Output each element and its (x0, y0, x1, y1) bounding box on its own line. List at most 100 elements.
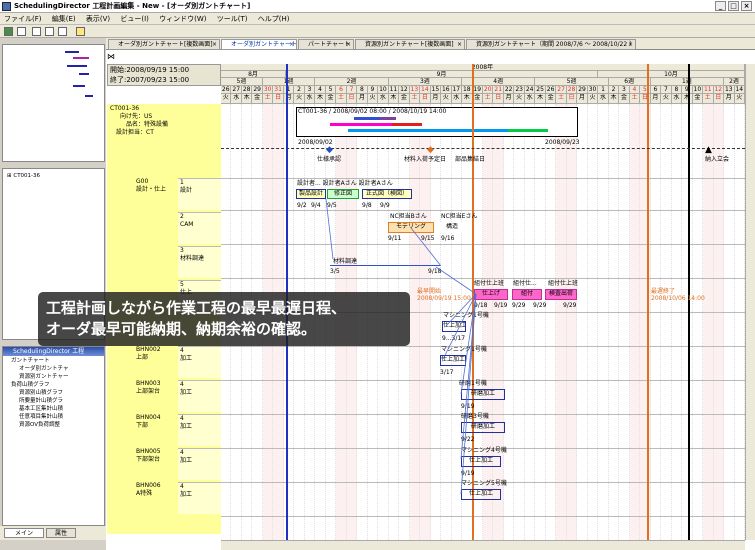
order-owner: 設計担当：CT (116, 129, 154, 136)
menu-view2[interactable]: ビュー(I) (116, 13, 153, 25)
overview-thumbnail[interactable] (2, 44, 105, 162)
end-date: 終了:2007/09/23 15:00 (110, 76, 190, 84)
day-cell: 13 (409, 86, 421, 94)
weekday-cell: 土 (262, 94, 274, 104)
tab-resource-gantt-period[interactable]: 資源別ガントチャート（期間 2008/7/6 ～ 2008/10/22 ） × (466, 39, 636, 50)
day-cell: 13 (724, 86, 735, 94)
tree-load-graph[interactable]: 負荷山積グラフ (11, 382, 50, 389)
week-cell: 2週 (724, 78, 745, 86)
weekday-cell: 金 (545, 94, 557, 104)
day-cell: 11 (703, 86, 714, 94)
tree-ov-adjust[interactable]: 資源OV負荷調整 (19, 422, 60, 429)
weekday-cell: 木 (608, 94, 620, 104)
menu-file[interactable]: ファイル(F) (0, 13, 46, 25)
row-code: BHN003 (136, 380, 161, 387)
menu-view[interactable]: 表示(V) (82, 13, 114, 25)
row-code: BHN002 (136, 346, 161, 353)
close-button[interactable]: × (741, 1, 752, 11)
weekday-cell: 火 (661, 94, 672, 104)
tab-resource-gantt-multi[interactable]: 資源別ガントチャート[複数画面] × (355, 39, 465, 50)
menu-tools[interactable]: ツール(T) (213, 13, 252, 25)
day-cell: 8 (671, 86, 683, 94)
tree-resource-load[interactable]: 資源別山積グラフ (19, 390, 63, 397)
row-name: 上部架台 (136, 388, 161, 395)
weekday-cell: 土 (703, 94, 714, 104)
print-icon[interactable] (58, 27, 67, 36)
month-oct: 10月 (598, 71, 745, 78)
day-cell: 1 (598, 86, 609, 94)
weekday-cell: 金 (692, 94, 704, 104)
weekday-cell: 火 (221, 94, 232, 104)
row-name: 下部 (136, 422, 149, 429)
weekday-cell: 月 (503, 94, 515, 104)
weekday-cell: 木 (388, 94, 400, 104)
tree-requirement-load[interactable]: 所要量計山積グラ (19, 398, 63, 405)
calendar-header: 2008年 8月 9月 10月 5週 1週 2週 3週 4週 5週 6週 1週 2週 26 火 27 水… (221, 64, 745, 104)
weekday-cell: 木 (535, 94, 546, 104)
help-icon[interactable] (76, 27, 85, 36)
menu-help[interactable]: ヘルプ(H) (254, 13, 294, 25)
maximize-button[interactable]: □ (728, 1, 739, 11)
tree-header: SchedulingDirector 工程 (3, 347, 104, 356)
minimize-button[interactable]: _ (715, 1, 726, 11)
weekday-cell: 木 (315, 94, 326, 104)
run-icon[interactable] (4, 27, 13, 36)
row-process: 4 加工 (178, 414, 221, 446)
day-cell: 12 (399, 86, 410, 94)
horizontal-scrollbar[interactable] (221, 540, 745, 550)
tab-main[interactable]: メイン (4, 528, 44, 538)
day-cell: 28 (241, 86, 253, 94)
day-cell: 5 (640, 86, 651, 94)
close-icon[interactable]: × (457, 40, 462, 49)
tab-order-gantt[interactable]: オーダ別ガントチャート × (221, 39, 297, 50)
tab-pert-chart[interactable]: パートチャート × (298, 39, 354, 50)
weekday-cell: 日 (346, 94, 358, 104)
collapse-icon[interactable]: ⋈ (107, 52, 119, 62)
weekday-cell: 月 (430, 94, 442, 104)
close-icon[interactable]: × (212, 40, 217, 49)
day-cell: 16 (441, 86, 452, 94)
new-icon[interactable] (17, 27, 26, 36)
weekday-cell: 火 (367, 94, 379, 104)
weekday-cell: 水 (598, 94, 609, 104)
tab-attributes[interactable]: 属性 (46, 528, 76, 538)
weekday-cell: 金 (472, 94, 483, 104)
vertical-scrollbar[interactable] (745, 64, 755, 540)
weekday-cell: 金 (252, 94, 263, 104)
start-date: 開始:2008/09/19 15:00 (110, 66, 190, 74)
tree-custom-load[interactable]: 任意項目集計山積 (19, 414, 63, 421)
tree-resource-gantt[interactable]: 資源別ガントチャー (19, 374, 68, 381)
day-cell: 21 (493, 86, 504, 94)
row-process: 4 加工 (178, 448, 221, 480)
day-cell: 7 (346, 86, 358, 94)
weekday-cell: 月 (357, 94, 368, 104)
day-cell: 4 (315, 86, 326, 94)
weekday-cell: 火 (294, 94, 305, 104)
row-process: 4 加工 (178, 482, 221, 514)
tree-item-order[interactable]: ⊞ CT001-36 (7, 173, 40, 180)
day-cell: 2 (608, 86, 620, 94)
weekday-cell: 火 (514, 94, 525, 104)
day-cell: 29 (252, 86, 263, 94)
close-icon[interactable]: × (289, 40, 294, 49)
day-cell: 6 (336, 86, 347, 94)
menu-window[interactable]: ウィンドウ(W) (155, 13, 210, 25)
menu-edit[interactable]: 編集(E) (48, 13, 80, 25)
close-icon[interactable]: × (346, 40, 351, 49)
tree-order-gantt[interactable]: オーダ別ガントチャ (19, 366, 68, 373)
day-cell: 12 (713, 86, 725, 94)
date-range-box: 開始:2008/09/19 15:00 終了:2007/09/23 15:00 (107, 64, 221, 86)
paste-icon[interactable] (45, 27, 54, 36)
day-cell: 7 (661, 86, 672, 94)
day-cell: 30 (587, 86, 599, 94)
close-icon[interactable]: × (628, 40, 633, 49)
tab-order-gantt-multi[interactable]: オーダ別ガントチャート[複数画面] × (108, 39, 220, 50)
row-name: 設計・仕上 (136, 186, 167, 193)
copy-icon[interactable] (32, 27, 41, 36)
day-cell: 11 (388, 86, 400, 94)
tree-base-load[interactable]: 基本工区集計山積 (19, 406, 63, 413)
tree-gantt[interactable]: ガントチャート (11, 358, 49, 365)
weekday-cell: 木 (462, 94, 473, 104)
weekday-cell: 日 (713, 94, 725, 104)
day-cell: 3 (619, 86, 630, 94)
